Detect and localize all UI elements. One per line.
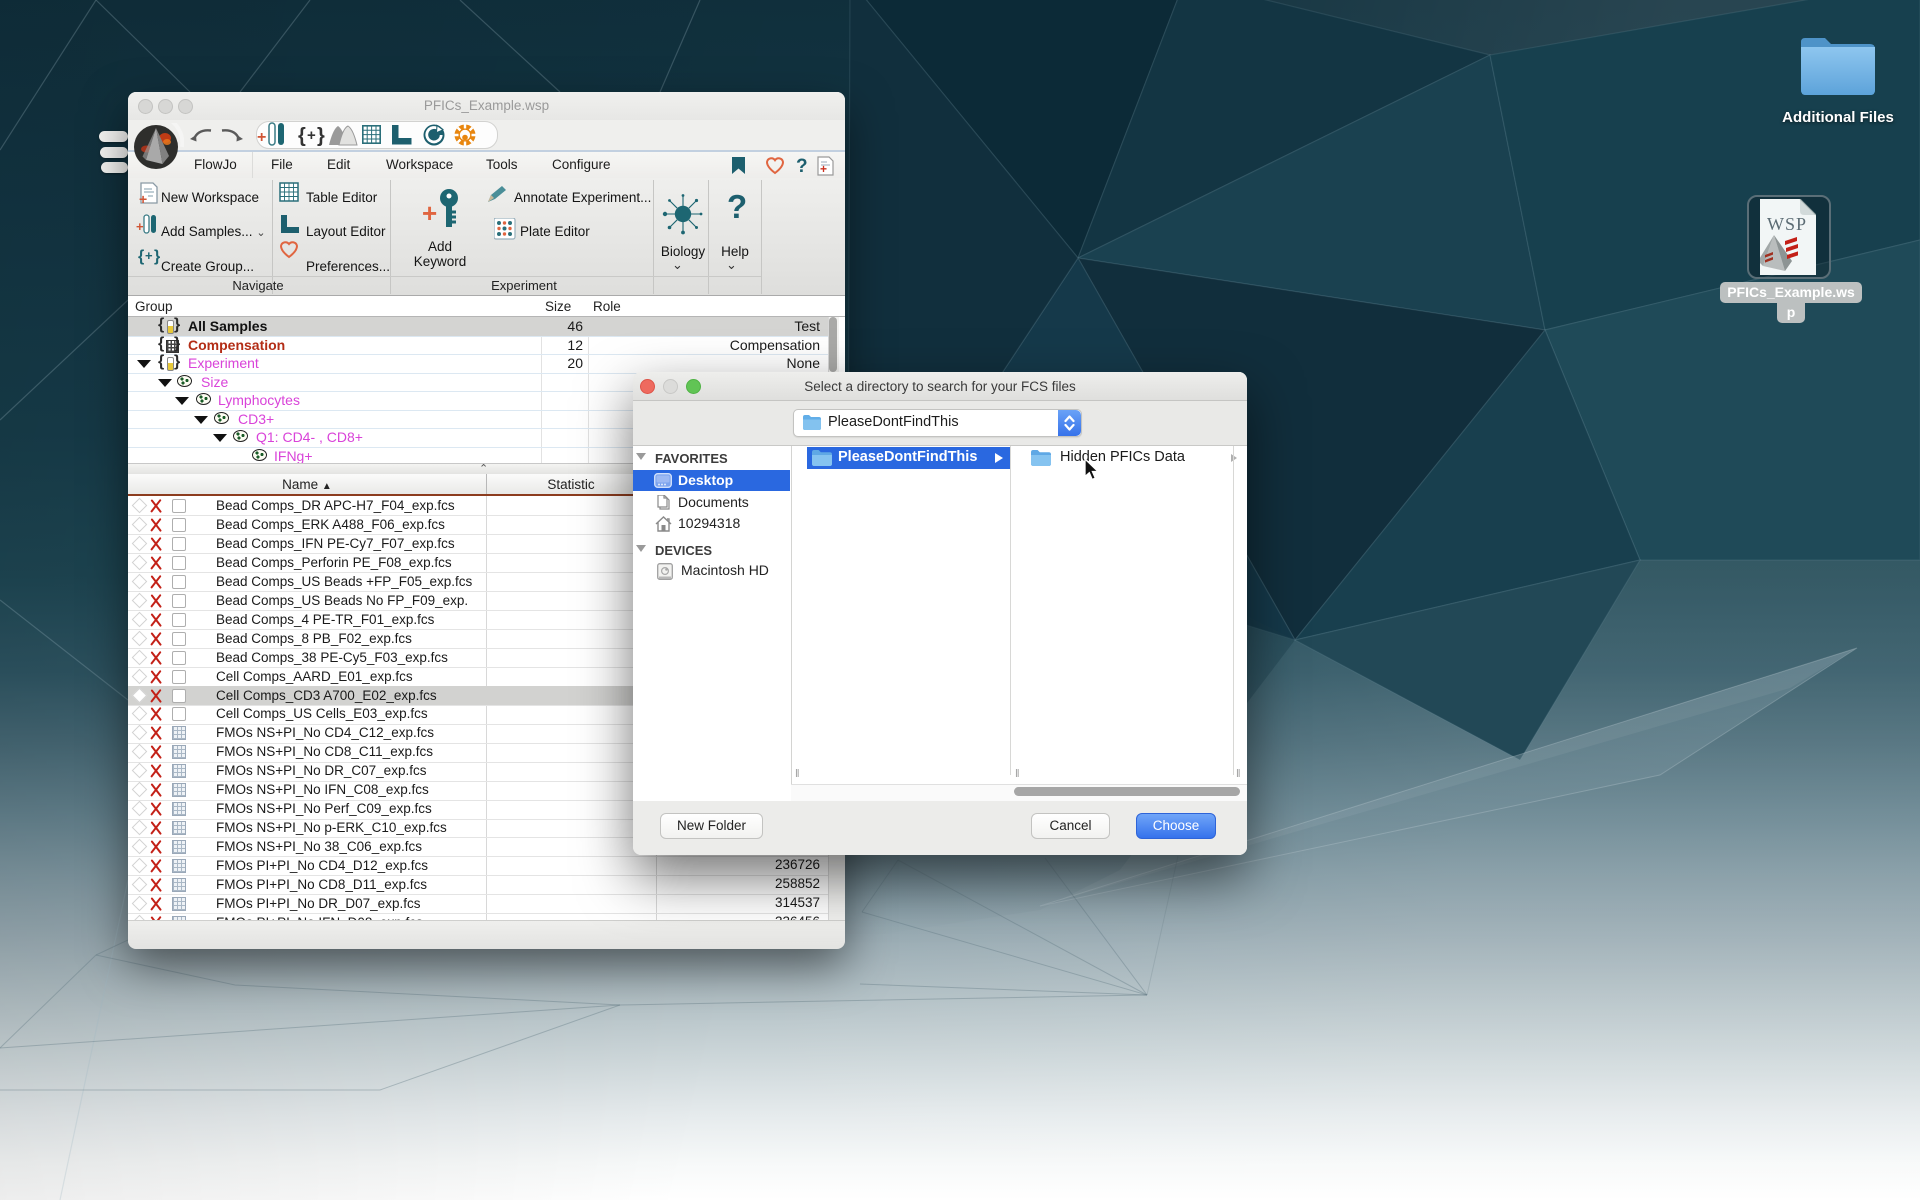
- svg-text:?: ?: [796, 156, 808, 176]
- svg-text:WSP: WSP: [1767, 214, 1807, 234]
- svg-text:}: }: [154, 248, 160, 265]
- svg-text:+: +: [422, 198, 437, 228]
- svg-text:+: +: [257, 129, 266, 146]
- svg-text:{: {: [298, 125, 306, 147]
- svg-text:+: +: [136, 219, 144, 234]
- svg-text:+: +: [139, 191, 147, 207]
- svg-text:+: +: [145, 248, 153, 263]
- svg-text:}: }: [317, 125, 325, 147]
- svg-text:+: +: [820, 162, 827, 176]
- svg-text:{: {: [138, 248, 144, 265]
- svg-text:+: +: [307, 127, 316, 144]
